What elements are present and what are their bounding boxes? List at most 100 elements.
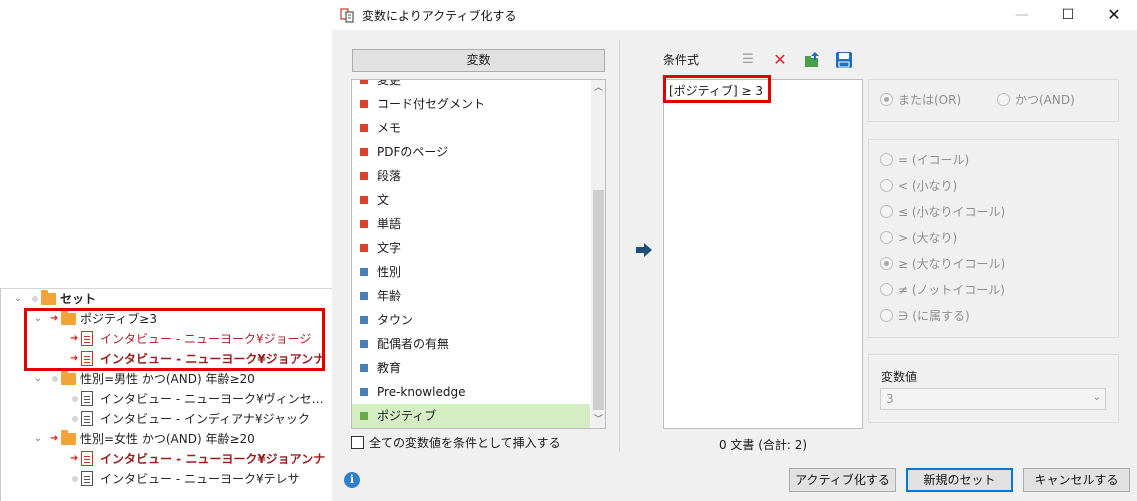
variable-label: PDFのページ bbox=[377, 145, 449, 159]
operator-label: = (イコール) bbox=[898, 153, 970, 167]
variable-value-label: 変数値 bbox=[881, 370, 918, 384]
variable-item[interactable]: 年齢 bbox=[352, 284, 590, 308]
variable-item[interactable]: 単語 bbox=[352, 212, 590, 236]
or-radio-label: または(OR) bbox=[898, 93, 962, 107]
tree-set-label: 性別=女性 かつ(AND) 年齢≥20 bbox=[80, 432, 255, 446]
variable-label: 段落 bbox=[377, 169, 402, 183]
variable-label: コード付セグメント bbox=[377, 97, 486, 111]
variable-value-dropdown[interactable]: 3 ⌄ bbox=[880, 388, 1106, 410]
scroll-up-icon[interactable]: ︿ bbox=[591, 80, 605, 96]
radio-circle[interactable] bbox=[880, 205, 893, 218]
collapse-chevron-icon[interactable]: ⌄ bbox=[32, 369, 44, 389]
variable-label: 配偶者の有無 bbox=[377, 337, 450, 351]
operator-label: > (大なり) bbox=[898, 231, 958, 245]
radio-circle[interactable] bbox=[880, 231, 893, 244]
operator-label: ≥ (大なりイコール) bbox=[898, 257, 1006, 271]
variable-color-square-icon bbox=[360, 172, 368, 180]
variable-item[interactable]: 性別 bbox=[352, 260, 590, 284]
variable-item[interactable]: PDFのページ bbox=[352, 140, 590, 164]
info-icon[interactable]: i bbox=[344, 472, 360, 488]
variable-color-square-icon bbox=[360, 292, 368, 300]
and-radio-label: かつ(AND) bbox=[1015, 93, 1075, 107]
variable-item[interactable]: 文字 bbox=[352, 236, 590, 260]
set-folder-icon bbox=[61, 370, 76, 385]
collapse-chevron-icon[interactable]: ⌄ bbox=[12, 289, 24, 309]
variable-item-selected[interactable]: ポジティブ bbox=[352, 404, 590, 428]
radio-circle[interactable] bbox=[880, 309, 893, 322]
variable-color-square-icon bbox=[360, 220, 368, 228]
scroll-down-icon[interactable]: ﹀ bbox=[591, 412, 605, 428]
node-dot-icon bbox=[72, 396, 78, 402]
variable-label: 文字 bbox=[377, 241, 402, 255]
document-count: 0 文書 (合計: 2) bbox=[718, 438, 808, 452]
clear-condition-icon[interactable]: ☰ bbox=[739, 51, 757, 69]
variable-item[interactable]: コード付セグメント bbox=[352, 92, 590, 116]
document-icon bbox=[81, 471, 93, 486]
variable-color-square-icon bbox=[360, 412, 368, 420]
activated-set-highlight bbox=[24, 308, 325, 371]
tree-document-row[interactable]: インタビュー - インディアナ¥ジャック bbox=[70, 409, 326, 429]
variable-item[interactable]: 教育 bbox=[352, 356, 590, 380]
tree-root-row[interactable]: ⌄ セット bbox=[12, 289, 322, 309]
variable-color-square-icon bbox=[360, 316, 368, 324]
dialog-titlebar[interactable]: 変数によりアクティブ化する — ☐ ✕ bbox=[332, 0, 1137, 30]
scrollbar-thumb[interactable] bbox=[593, 190, 604, 410]
document-icon bbox=[81, 411, 93, 426]
condition-editor[interactable]: [ポジティブ] ≥ 3 bbox=[663, 79, 863, 429]
tree-document-row[interactable]: インタビュー - ニューヨーク¥テレサ bbox=[70, 469, 326, 489]
node-dot-icon bbox=[32, 296, 38, 302]
variables-scrollbar[interactable]: ︿ ﹀ bbox=[591, 80, 605, 428]
delete-icon[interactable]: ✕ bbox=[771, 51, 789, 69]
variable-item[interactable]: タウン bbox=[352, 308, 590, 332]
operator-label: ≠ (ノットイコール) bbox=[898, 283, 1005, 297]
node-dot-icon bbox=[52, 376, 58, 382]
radio-circle[interactable] bbox=[880, 283, 893, 296]
radio-circle[interactable] bbox=[997, 93, 1010, 106]
variable-color-square-icon bbox=[360, 196, 368, 204]
variable-item[interactable]: Pre-knowledge bbox=[352, 380, 590, 404]
chevron-down-icon[interactable]: ⌄ bbox=[1093, 392, 1101, 403]
activate-button[interactable]: アクティブ化する bbox=[789, 468, 896, 492]
variable-color-square-icon bbox=[360, 364, 368, 372]
variable-label: 変更 bbox=[377, 79, 402, 87]
export-set-icon[interactable] bbox=[803, 51, 821, 69]
tree-document-row[interactable]: ➜ インタビュー - ニューヨーク¥ジョアンナ bbox=[70, 449, 326, 469]
tree-document-label: インタビュー - ニューヨーク¥ジョアンナ bbox=[100, 452, 326, 466]
variables-header-button[interactable]: 変数 bbox=[352, 49, 605, 72]
checkbox-box[interactable] bbox=[351, 436, 364, 449]
variable-item[interactable]: 文 bbox=[352, 188, 590, 212]
tree-set-row[interactable]: ⌄ ➜ 性別=女性 かつ(AND) 年齢≥20 bbox=[32, 429, 322, 449]
activate-by-variable-dialog: 変数によりアクティブ化する — ☐ ✕ 変数 変更 コード付セグメント メモ P… bbox=[332, 0, 1137, 501]
maximize-icon[interactable]: ☐ bbox=[1045, 0, 1091, 30]
variables-list[interactable]: 変更 コード付セグメント メモ PDFのページ 段落 文 単語 文字 性別 年齢… bbox=[351, 79, 606, 429]
dialog-title: 変数によりアクティブ化する bbox=[362, 9, 517, 23]
variable-label: 性別 bbox=[377, 265, 402, 279]
save-icon[interactable] bbox=[835, 51, 853, 69]
condition-label: 条件式 bbox=[663, 53, 700, 67]
cancel-button[interactable]: キャンセルする bbox=[1023, 468, 1130, 492]
variable-color-square-icon bbox=[360, 124, 368, 132]
radio-circle[interactable] bbox=[880, 153, 893, 166]
operator-label: ∋ (に属する) bbox=[898, 309, 970, 323]
variable-item[interactable]: 変更 bbox=[352, 79, 590, 92]
variable-label: 年齢 bbox=[377, 289, 402, 303]
activated-arrow-icon: ➜ bbox=[70, 453, 79, 464]
radio-circle[interactable] bbox=[880, 179, 893, 192]
close-icon[interactable]: ✕ bbox=[1091, 0, 1137, 30]
variable-item[interactable]: メモ bbox=[352, 116, 590, 140]
tree-set-row[interactable]: ⌄ 性別=男性 かつ(AND) 年齢≥20 bbox=[32, 369, 322, 389]
tree-document-row[interactable]: インタビュー - ニューヨーク¥ヴィンセ… bbox=[70, 389, 326, 409]
variable-label: 単語 bbox=[377, 217, 402, 231]
variable-item[interactable]: 段落 bbox=[352, 164, 590, 188]
operator-label: < (小なり) bbox=[898, 179, 958, 193]
minimize-icon[interactable]: — bbox=[999, 0, 1045, 30]
document-icon bbox=[81, 391, 93, 406]
variable-item[interactable]: 配偶者の有無 bbox=[352, 332, 590, 356]
collapse-chevron-icon[interactable]: ⌄ bbox=[32, 429, 44, 449]
set-folder-icon bbox=[61, 430, 76, 445]
new-set-button[interactable]: 新規のセット bbox=[906, 468, 1013, 492]
radio-circle[interactable] bbox=[880, 93, 893, 106]
radio-circle[interactable] bbox=[880, 257, 893, 270]
insert-arrow-icon[interactable] bbox=[636, 243, 652, 257]
tree-set-label: 性別=男性 かつ(AND) 年齢≥20 bbox=[80, 372, 255, 386]
